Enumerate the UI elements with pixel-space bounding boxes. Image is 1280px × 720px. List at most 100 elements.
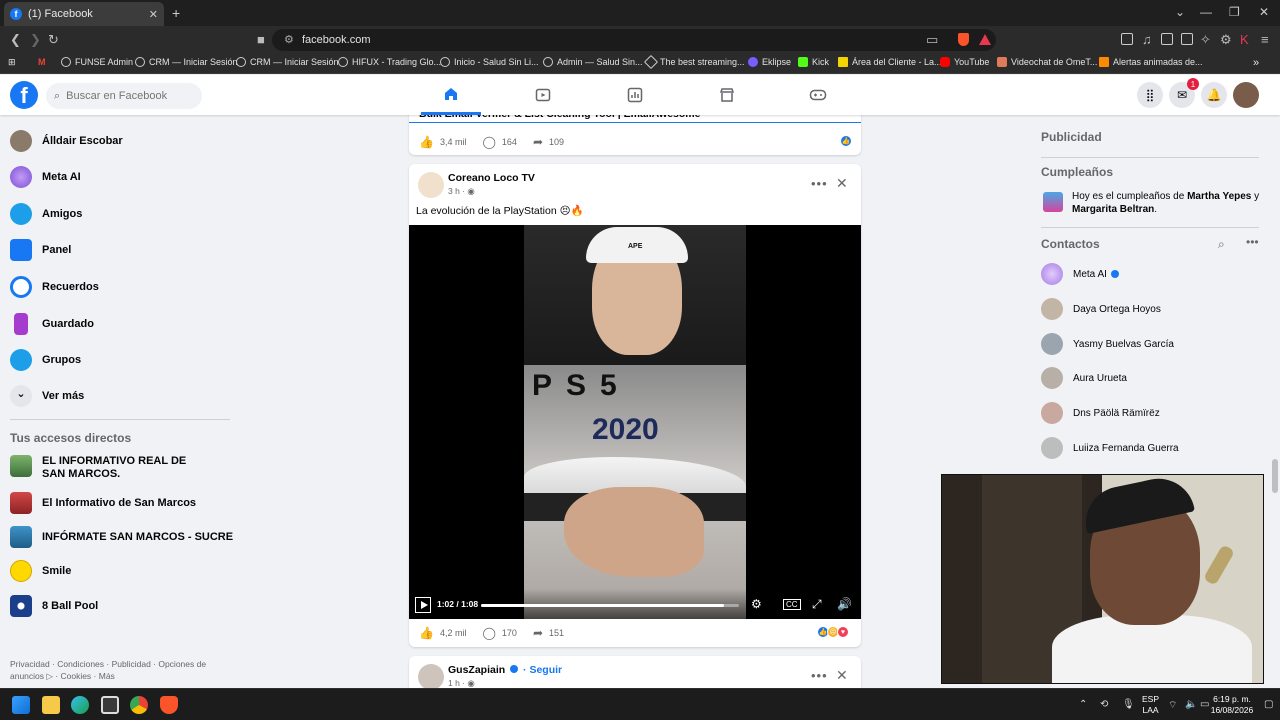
bookmark-item[interactable]: Área del Cliente - La... [838,57,942,67]
bookmark-item[interactable]: FUNSE Admin [61,57,133,67]
bookmark-item[interactable]: Admin — Salud Sin... [543,57,643,67]
share-button[interactable]: ➦ 151 [533,626,564,640]
site-info-icon[interactable]: ⚙ [284,33,294,46]
tab-video[interactable] [513,75,573,115]
video-player[interactable]: APE PS5 2020 1:02 / 1:08 ⚙ CC ⤢ 🔊 [409,225,861,619]
footer-links[interactable]: Privacidad · Condiciones · Publicidad · … [10,658,220,682]
leo-icon[interactable]: ✧ [1200,32,1211,48]
follow-link[interactable]: · Seguir [523,664,562,676]
more-options-icon[interactable]: ••• [811,668,828,683]
bookmark-item[interactable]: Inicio - Salud Sin Li... [440,57,539,67]
facebook-logo[interactable]: f [10,81,38,109]
settings-icon[interactable]: ⚙ [1220,32,1232,48]
avatar[interactable] [418,172,444,198]
chrome-icon[interactable] [130,696,148,714]
windows-start-icon[interactable] [12,696,30,714]
url-field[interactable]: ⚙ facebook.com [272,29,996,51]
avatar[interactable] [418,664,444,690]
messenger-button[interactable]: ✉ 1 [1169,78,1199,108]
menu-grid-button[interactable]: ⣿ [1137,82,1163,108]
sidebar-item-meta-ai[interactable]: Meta AI [10,166,81,188]
restore-icon[interactable]: ❐ [1229,5,1240,19]
tab-gaming[interactable] [788,75,848,115]
comment-button[interactable]: ◯ 164 [482,135,516,149]
edge-icon[interactable] [71,696,89,714]
tab-search-chevron-icon[interactable]: ⌄ [1175,5,1185,19]
bookmark-item[interactable]: The best streaming... [643,54,745,70]
notifications-icon[interactable]: ▢ [1264,699,1273,710]
file-explorer-icon[interactable] [42,696,60,714]
more-options-icon[interactable]: ••• [1246,235,1259,249]
contact-item[interactable]: Aura Urueta [1041,367,1127,389]
brave-icon[interactable] [160,696,178,714]
window-close-icon[interactable]: ✕ [1259,5,1269,19]
new-tab-button[interactable]: + [172,5,180,21]
sidebar-item-groups[interactable]: Grupos [10,349,81,371]
share-button[interactable]: ➦ 109 [533,135,564,149]
mic-icon[interactable]: 🎙 [1122,699,1135,710]
post-author[interactable]: Coreano Loco TV [448,172,535,184]
bookmark-item[interactable]: Eklipse [748,57,791,67]
back-icon[interactable]: ❮ [10,32,21,48]
store-icon[interactable] [101,696,119,714]
contact-item[interactable]: Daya Ortega Hoyos [1041,298,1161,320]
close-icon[interactable]: ✕ [836,175,848,192]
wallet-icon[interactable] [1181,33,1193,45]
birthday-text[interactable]: Hoy es el cumpleaños de Martha Yepes y M… [1072,190,1262,216]
shortcut-item[interactable]: INFÓRMATE SAN MARCOS - SUCRE [10,526,233,548]
bookmark-item[interactable]: CRM — Iniciar Sesión [135,57,238,67]
tray-chevron-icon[interactable]: ⌃ [1079,699,1087,710]
sidebar-item-memories[interactable]: Recuerdos [10,276,99,298]
apps-icon[interactable]: ⊞ [8,57,16,68]
sidebar-item-profile[interactable]: Álldair Escobar [10,130,123,152]
shortcut-item[interactable]: 8 Ball Pool [10,595,98,617]
bookmark-item[interactable]: Kick [798,57,829,67]
bookmark-item[interactable]: Videochat de OmeT... [997,57,1097,67]
tab-close-icon[interactable]: ✕ [149,8,158,21]
search-input[interactable] [66,90,187,102]
tab-dashboard[interactable] [605,75,665,115]
extensions-icon[interactable] [1121,33,1133,45]
media-icon[interactable]: ♫ [1142,32,1152,47]
reload-icon[interactable]: ↻ [48,32,59,48]
minimize-icon[interactable]: — [1200,5,1212,19]
post-author[interactable]: GusZapiain · Seguir [448,664,562,676]
language-indicator[interactable]: ESP LAA [1142,694,1159,716]
brave-rewards-icon[interactable] [979,34,991,45]
menu-icon[interactable]: ≡ [1261,32,1269,47]
fullscreen-icon[interactable]: ⤢ [812,597,822,612]
sidebar-item-saved[interactable]: Guardado [10,313,94,335]
search-icon[interactable]: ⌕ [1218,237,1225,252]
bookmark-item[interactable]: Alertas animadas de... [1099,57,1203,67]
more-options-icon[interactable]: ••• [811,176,828,191]
cast-icon[interactable]: ▭ [926,32,938,48]
like-button[interactable]: 👍 4,2 mil [419,626,466,640]
browser-tab[interactable]: f (1) Facebook ✕ [4,2,164,26]
shortcut-item[interactable]: Smile [10,560,71,582]
sidebar-see-more[interactable]: ⌄ Ver más [10,385,84,407]
scrollbar-thumb[interactable] [1272,459,1278,493]
bookmark-item[interactable]: YouTube [940,57,989,67]
contact-item[interactable]: Dns Päölä Rämïrëz [1041,402,1160,424]
more-bookmarks-icon[interactable]: » [1253,57,1259,69]
bookmark-item[interactable]: HIFUX - Trading Glo... [338,57,441,67]
close-icon[interactable]: ✕ [836,667,848,684]
contact-item[interactable]: Luiiza Fernanda Guerra [1041,437,1179,459]
bookmark-item[interactable]: CRM — Iniciar Sesión [236,57,339,67]
bookmark-icon[interactable]: ■ [257,32,265,47]
sidebar-icon[interactable] [1161,33,1173,45]
sidebar-item-panel[interactable]: Panel [10,239,71,261]
sidebar-item-friends[interactable]: Amigos [10,203,82,225]
comment-button[interactable]: ◯ 170 [482,626,516,640]
gmail-icon[interactable]: M [38,57,46,67]
contact-item[interactable]: Meta AI [1041,263,1119,285]
account-avatar[interactable] [1233,82,1259,108]
clock[interactable]: 6:19 p. m. 16/08/2026 [1208,694,1256,716]
captions-icon[interactable]: CC [783,599,801,610]
brave-shields-icon[interactable] [958,33,969,46]
volume-icon[interactable]: 🔊 [837,597,852,611]
shortcut-item[interactable]: El Informativo de San Marcos [10,492,196,514]
post-time[interactable]: 3 h · ◉ [448,186,475,197]
page-scrollbar[interactable] [1270,115,1280,688]
notifications-button[interactable]: 🔔 [1201,82,1227,108]
